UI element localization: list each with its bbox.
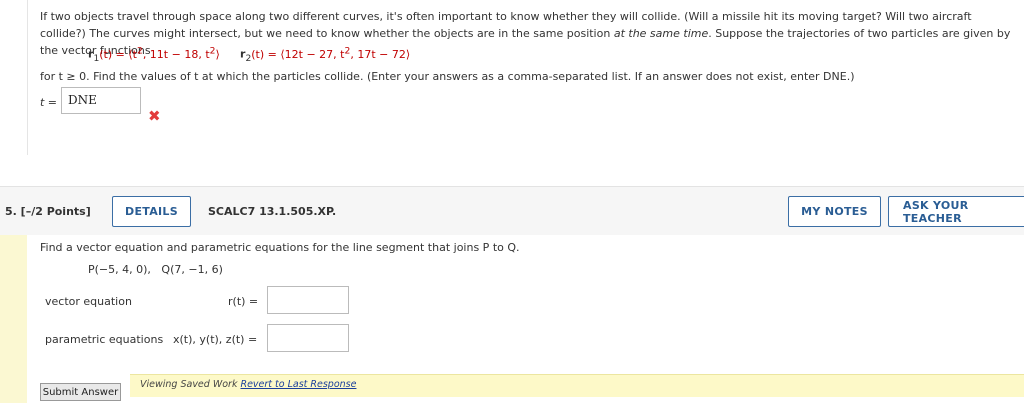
parametric-equations-label: parametric equations xyxy=(45,333,164,346)
question-number: 5. [–/2 Points] xyxy=(5,205,91,218)
r1-equation: r1(t) = ⟨t2, 11t − 18, t2⟩ xyxy=(88,45,220,64)
r1-pre: (t) = ⟨t xyxy=(99,47,137,61)
r1-comp: , 11t − 18, t xyxy=(142,47,210,61)
points-line: P(−5, 4, 0), Q(7, −1, 6) xyxy=(88,263,223,276)
vector-equation-input[interactable] xyxy=(267,286,349,314)
saved-work-bar: Viewing Saved Work Revert to Last Respon… xyxy=(130,374,1024,397)
incorrect-x-icon: ✖ xyxy=(148,107,161,125)
question-prompt: Find a vector equation and parametric eq… xyxy=(40,241,520,254)
parametric-equations-input[interactable] xyxy=(267,324,349,352)
point-p: P(−5, 4, 0), xyxy=(88,263,151,276)
my-notes-button[interactable]: MY NOTES xyxy=(788,196,881,227)
submit-answer-button[interactable]: Submit Answer xyxy=(40,383,121,401)
revert-link[interactable]: Revert to Last Response xyxy=(240,379,356,390)
question-code: SCALC7 13.1.505.XP. xyxy=(208,205,337,218)
prompt-text: Find a vector equation and parametric eq… xyxy=(40,241,520,254)
answer-label: t = xyxy=(40,96,58,109)
point-q: Q(7, −1, 6) xyxy=(161,263,223,276)
saved-work-text: Viewing Saved Work Revert to Last Respon… xyxy=(140,379,356,390)
vector-equation-label: vector equation xyxy=(45,295,132,308)
question-side-strip xyxy=(0,235,27,403)
vector-equation-lhs: r(t) = xyxy=(228,295,259,308)
r1-close: ⟩ xyxy=(215,47,220,61)
r2-pre: (t) = ⟨12t − 27, t xyxy=(251,47,345,61)
parametric-equations-lhs: x(t), y(t), z(t) = xyxy=(173,333,258,346)
question-5-header: 5. [–/2 Points] DETAILS SCALC7 13.1.505.… xyxy=(0,186,1024,236)
details-button[interactable]: DETAILS xyxy=(112,196,191,227)
intro-emphasis: at the same time xyxy=(613,27,709,40)
r2-post: , 17t − 72⟩ xyxy=(350,47,411,61)
ask-teacher-button[interactable]: ASK YOUR TEACHER xyxy=(888,196,1024,227)
r2-equation: r2(t) = ⟨12t − 27, t2, 17t − 72⟩ xyxy=(240,45,410,64)
instructions-text: for t ≥ 0. Find the values of t at which… xyxy=(40,70,855,83)
answer-input[interactable]: DNE xyxy=(61,87,141,114)
saved-label: Viewing Saved Work xyxy=(140,379,241,390)
